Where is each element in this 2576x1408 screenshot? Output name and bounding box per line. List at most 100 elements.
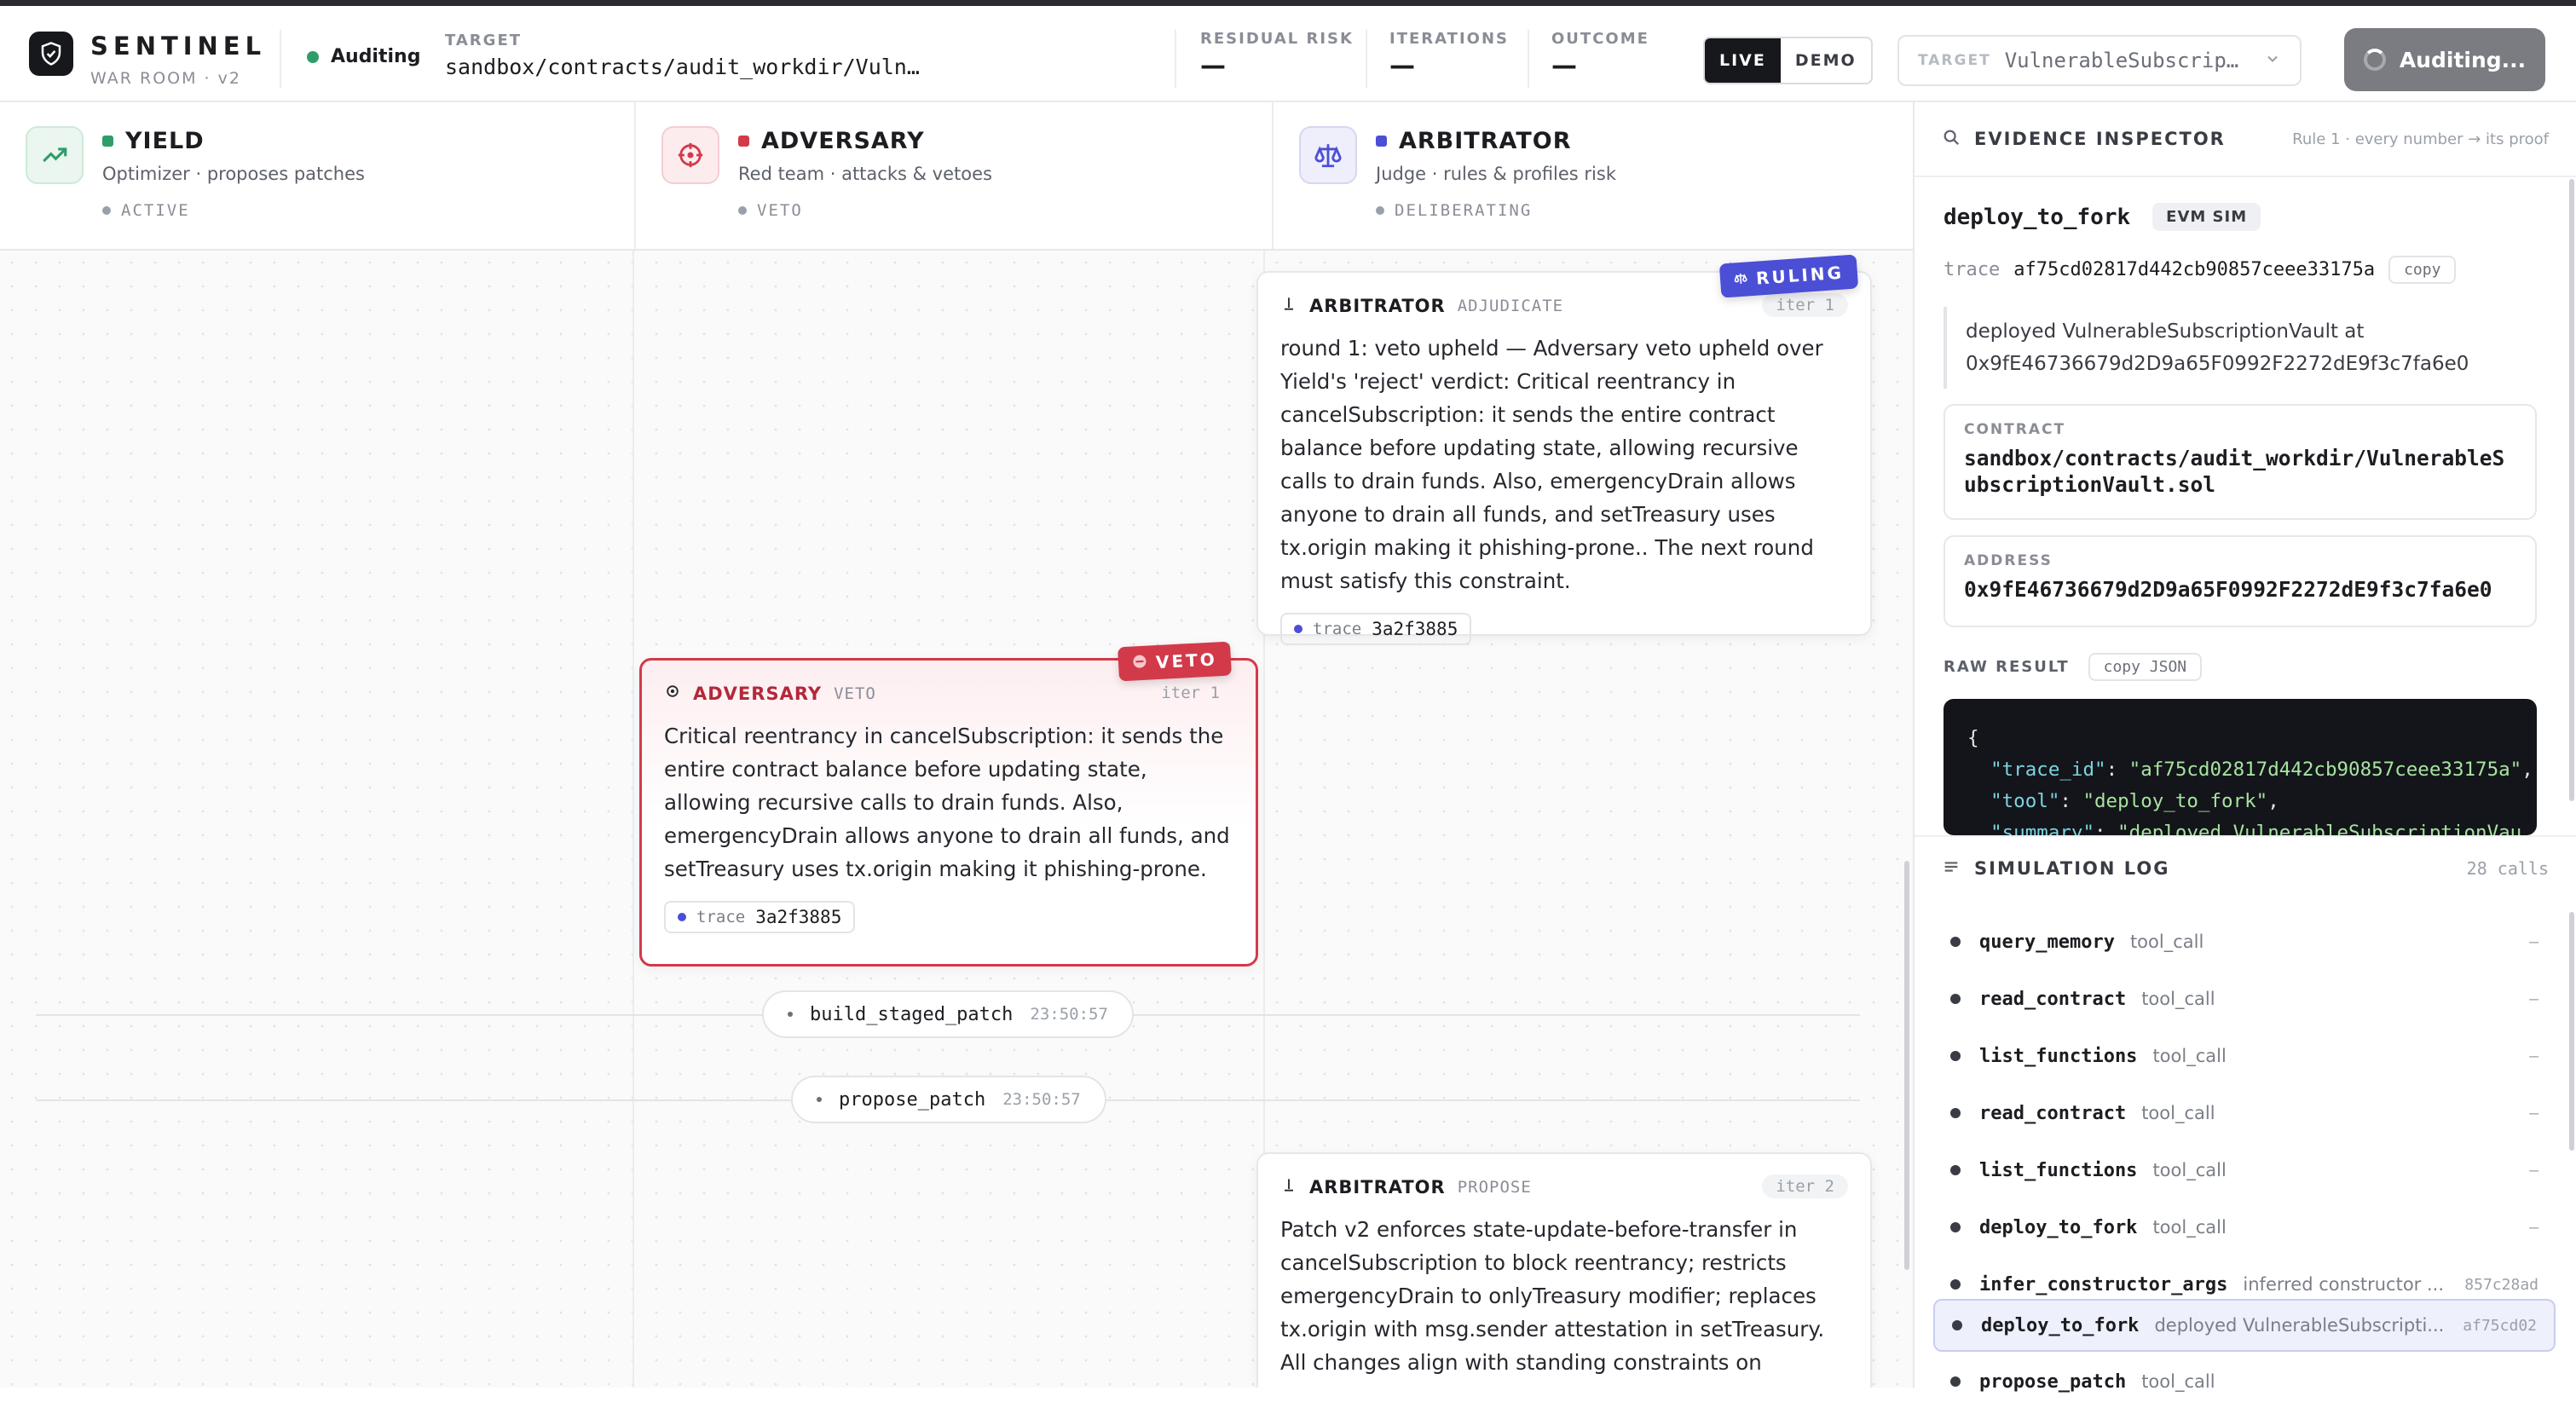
metric-residual-risk: RESIDUAL RISK —	[1200, 30, 1354, 81]
iteration-badge: iter 2	[1762, 1174, 1848, 1198]
scale-icon	[1733, 268, 1748, 290]
evidence-trace: trace af75cd02817d442cb90857ceee33175a c…	[1944, 256, 2457, 284]
contract-path: sandbox/contracts/audit_workdir/Vulnerab…	[1964, 446, 2505, 497]
card-body: Critical reentrancy in cancelSubscriptio…	[664, 724, 1230, 881]
evidence-inspector: EVIDENCE INSPECTOR Rule 1 · every number…	[1904, 102, 2576, 1393]
agent-name: ADVERSARY	[738, 128, 925, 154]
copy-json-button[interactable]: copy JSON	[2088, 653, 2203, 681]
agent-state: DELIBERATING	[1376, 201, 1532, 220]
card-kind: VETO	[834, 684, 876, 703]
card-author: ADVERSARY	[693, 683, 823, 704]
mode-demo-button[interactable]: DEMO	[1781, 38, 1871, 83]
audit-button-label: Auditing...	[2399, 47, 2527, 72]
inspector-title: EVIDENCE INSPECTOR	[1974, 129, 2226, 149]
agent-state: ACTIVE	[102, 201, 190, 220]
audit-button[interactable]: Auditing...	[2344, 28, 2545, 91]
step-name: propose_patch	[839, 1088, 986, 1111]
log-row[interactable]: list_functions tool_call —	[1933, 1030, 2556, 1082]
brand-subtitle: WAR ROOM · v2	[90, 69, 241, 88]
gavel-icon	[1280, 1176, 1297, 1197]
log-row[interactable]: propose_patch tool_call	[1933, 1355, 2556, 1408]
target-select[interactable]: TARGET VulnerableSubscrip…	[1897, 35, 2302, 86]
card-author: ARBITRATOR	[1309, 295, 1446, 316]
divider	[1175, 30, 1176, 88]
ruling-card[interactable]: ARBITRATOR ADJUDICATE iter 1 round 1: ve…	[1256, 271, 1872, 645]
agent-name: YIELD	[102, 128, 205, 154]
address-field: ADDRESS 0x9fE46736679d2D9a65F0992F2272dE…	[1944, 535, 2537, 627]
log-row[interactable]: read_contract tool_call —	[1933, 972, 2556, 1025]
agents-header: YIELD Optimizer · proposes patches ACTIV…	[0, 102, 1913, 251]
status-dot	[307, 50, 319, 63]
evidence-summary: deployed VulnerableSubscriptionVault at …	[1944, 307, 2540, 389]
status-label: Auditing	[331, 46, 421, 67]
metric-label: OUTCOME	[1551, 30, 1649, 48]
metric-label: RESIDUAL RISK	[1200, 30, 1354, 48]
inspector-rule: Rule 1 · every number → its proof	[2292, 130, 2549, 148]
divider	[1528, 30, 1529, 88]
search-icon	[1942, 128, 1961, 150]
list-icon	[1942, 857, 1961, 880]
metric-iterations: ITERATIONS —	[1389, 30, 1509, 81]
gavel-icon	[1280, 295, 1297, 316]
contract-address: 0x9fE46736679d2D9a65F0992F2272dE9f3c7fa6…	[1964, 577, 2492, 602]
mode-toggle: LIVE DEMO	[1703, 37, 1873, 84]
copy-trace-button[interactable]: copy	[2388, 256, 2457, 284]
log-row[interactable]: deploy_to_fork tool_call —	[1933, 1201, 2556, 1254]
field-label: CONTRACT	[1964, 421, 2066, 438]
card-body: round 1: veto upheld — Adversary veto up…	[1280, 336, 1823, 593]
log-row[interactable]: list_functions tool_call —	[1933, 1144, 2556, 1197]
card-body: Patch v2 enforces state-update-before-tr…	[1280, 1217, 1825, 1375]
crosshair-icon	[661, 126, 719, 184]
inspector-header: EVIDENCE INSPECTOR Rule 1 · every number…	[1915, 102, 2576, 177]
veto-card[interactable]: ADVERSARY VETO iter 1 Critical reentranc…	[639, 658, 1258, 967]
log-row-selected[interactable]: deploy_to_fork deployed VulnerableSubscri…	[1933, 1299, 2556, 1352]
agent-arbitrator: ARBITRATOR Judge · rules & profiles risk…	[1274, 102, 1913, 249]
iteration-badge: iter 1	[1161, 684, 1220, 702]
call-count: 28 calls	[2466, 858, 2549, 879]
inspector-scrollbar[interactable]	[2569, 179, 2574, 801]
shield-check-icon	[29, 32, 73, 76]
canvas-scrollbar[interactable]	[1904, 861, 1909, 1270]
target-label: TARGET	[445, 32, 523, 49]
mode-live-button[interactable]: LIVE	[1705, 38, 1781, 83]
proposal-card[interactable]: ARBITRATOR PROPOSE iter 2 Patch v2 enfor…	[1256, 1152, 1872, 1388]
chevron-down-icon	[2264, 50, 2281, 71]
contract-field: CONTRACT sandbox/contracts/audit_workdir…	[1944, 404, 2537, 520]
divider	[280, 30, 281, 88]
raw-result-json[interactable]: { "trace_id": "af75cd02817d442cb90857cee…	[1944, 699, 2537, 835]
agent-description: Optimizer · proposes patches	[102, 164, 365, 184]
log-scrollbar[interactable]	[2569, 912, 2574, 1151]
agent-name: ARBITRATOR	[1376, 128, 1571, 154]
target-path: sandbox/contracts/audit_workdir/Vuln…	[445, 55, 920, 79]
tool-name: deploy_to_fork	[1944, 204, 2131, 230]
card-kind: ADJUDICATE	[1457, 296, 1564, 315]
status-indicator: Auditing	[307, 46, 420, 67]
agent-state: VETO	[738, 201, 803, 220]
metric-value: —	[1200, 51, 1226, 81]
agent-adversary: ADVERSARY Red team · attacks & vetoes VE…	[636, 102, 1274, 249]
log-row[interactable]: query_memory tool_call —	[1933, 915, 2556, 968]
agent-description: Judge · rules & profiles risk	[1376, 164, 1616, 184]
step-time: 23:50:57	[1030, 1005, 1108, 1024]
scale-icon	[1299, 126, 1357, 184]
trace-chip[interactable]: trace 3a2f3885	[664, 901, 856, 933]
simulation-log-header: SIMULATION LOG 28 calls	[1915, 835, 2576, 900]
agent-description: Red team · attacks & vetoes	[738, 164, 992, 184]
timeline-step[interactable]: build_staged_patch 23:50:57	[762, 990, 1134, 1038]
iteration-badge: iter 1	[1762, 293, 1848, 317]
trending-up-icon	[26, 126, 84, 184]
no-entry-icon	[1131, 653, 1147, 674]
war-room-canvas[interactable]: ARBITRATOR ADJUDICATE iter 1 round 1: ve…	[0, 251, 1913, 1388]
card-kind: PROPOSE	[1457, 1177, 1532, 1197]
timeline-step[interactable]: propose_patch 23:50:57	[791, 1076, 1106, 1123]
crosshair-icon	[664, 683, 681, 704]
trace-id: af75cd02817d442cb90857ceee33175a	[2013, 259, 2376, 280]
metric-value: —	[1551, 51, 1577, 81]
metric-label: ITERATIONS	[1389, 30, 1509, 48]
log-row[interactable]: read_contract tool_call —	[1933, 1087, 2556, 1140]
trace-chip[interactable]: trace 3a2f3885	[1280, 613, 1472, 645]
spinner-icon	[2363, 49, 2386, 71]
raw-result-header: RAW RESULT copy JSON	[1944, 653, 2203, 681]
target-select-value: VulnerableSubscrip…	[2004, 49, 2239, 72]
target-select-label: TARGET	[1918, 52, 1991, 69]
